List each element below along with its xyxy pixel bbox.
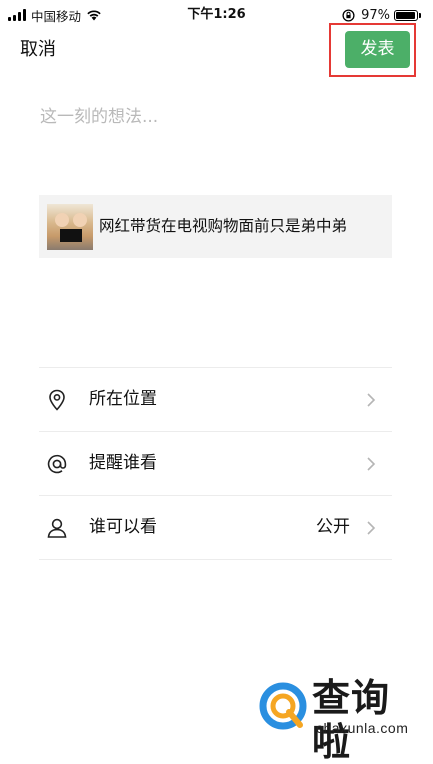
battery-icon (394, 9, 418, 21)
shared-link-card[interactable]: 网红带货在电视购物面前只是弟中弟 (39, 195, 392, 258)
option-remind[interactable]: 提醒谁看 (39, 432, 392, 496)
location-pin-icon (49, 389, 65, 411)
cancel-button[interactable]: 取消 (20, 38, 56, 62)
option-visibility-label: 谁可以看 (89, 517, 157, 537)
status-right: 97% (342, 6, 421, 24)
link-thumbnail (47, 204, 93, 250)
watermark: 查询啦 chaxunla.com (258, 676, 428, 764)
option-visibility-value: 公开 (316, 517, 350, 537)
option-location-label: 所在位置 (89, 389, 157, 409)
battery-cap (419, 12, 421, 18)
at-sign-icon (47, 454, 67, 474)
chevron-right-icon (367, 521, 376, 535)
person-icon (47, 518, 67, 538)
post-text-input[interactable]: 这一刻的想法... (40, 104, 390, 134)
battery-fill (396, 11, 416, 19)
option-visibility[interactable]: 谁可以看 公开 (39, 496, 392, 560)
option-remind-label: 提醒谁看 (89, 453, 157, 473)
chevron-right-icon (367, 393, 376, 407)
watermark-domain: chaxunla.com (316, 720, 409, 736)
orientation-lock-icon (342, 8, 355, 22)
watermark-logo-icon (259, 682, 307, 730)
publish-button[interactable]: 发表 (345, 31, 410, 68)
chevron-right-icon (367, 457, 376, 471)
post-options-list: 所在位置 提醒谁看 谁可以看 公开 (39, 367, 392, 560)
link-title: 网红带货在电视购物面前只是弟中弟 (99, 217, 348, 235)
option-location[interactable]: 所在位置 (39, 368, 392, 432)
battery-percent: 97% (361, 7, 390, 23)
